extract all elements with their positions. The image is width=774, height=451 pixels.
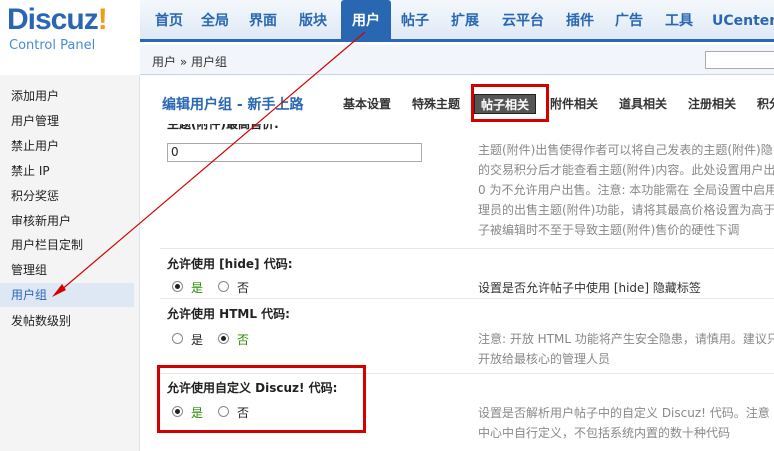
logo: Discuz! Control Panel: [0, 0, 140, 70]
hide-code-no-label: 否: [237, 281, 250, 295]
nav-tab-global[interactable]: 全局: [198, 8, 232, 34]
subtab-credits[interactable]: 积分: [757, 94, 774, 114]
nav-tab-cloud[interactable]: 云平台: [497, 8, 549, 34]
subtab-register[interactable]: 注册相关: [688, 94, 736, 114]
hide-code-yes-radio[interactable]: [172, 281, 183, 292]
html-code-yes-radio[interactable]: [172, 333, 183, 344]
custom-code-desc-1: 设置是否解析用户帖子中的自定义 Discuz! 代码。注意: [478, 406, 770, 420]
max-price-input[interactable]: 0: [167, 143, 422, 162]
subtab-magic[interactable]: 道具相关: [619, 94, 667, 114]
nav-tab-users[interactable]: 用户: [341, 0, 391, 42]
nav-tab-plugins[interactable]: 插件: [563, 8, 597, 34]
sidebar-item-credits[interactable]: 积分奖惩: [0, 184, 134, 208]
hide-code-title: 允许使用 [hide] 代码:: [167, 257, 293, 271]
sidebar-item-admin-groups[interactable]: 管理组: [0, 258, 134, 282]
max-price-desc-1: 主题(附件)出售使得作者可以将自己发表的主题(附件)隐: [478, 143, 773, 157]
max-price-desc-2: 的交易积分后才能查看主题(附件)内容。此处设置用户出: [478, 163, 774, 177]
html-code-no-radio[interactable]: [218, 333, 229, 344]
max-price-desc-3: 0 为不允许用户出售。注意: 本功能需在 全局设置中启用: [478, 183, 774, 197]
breadcrumb: 用户 » 用户组: [152, 55, 227, 69]
control-panel-label: Control Panel: [9, 38, 96, 53]
nav-tab-interface[interactable]: 界面: [246, 8, 280, 34]
max-price-desc-5: 子被编辑时不至于导致主题(附件)售价的硬性下调: [478, 223, 740, 237]
html-code-desc-1: 注意: 开放 HTML 功能将产生安全隐患，请慎用。建议只: [478, 332, 774, 346]
sidebar: 添加用户 用户管理 禁止用户 禁止 IP 积分奖惩 审核新用户 用户栏目定制 管…: [0, 75, 140, 451]
sidebar-item-moderate-users[interactable]: 审核新用户: [0, 209, 134, 233]
html-code-desc-2: 开放给最核心的管理人员: [478, 352, 611, 366]
hide-code-desc: 设置是否允许帖子中使用 [hide] 隐藏标签: [478, 281, 701, 295]
sidebar-item-ban-ip[interactable]: 禁止 IP: [0, 159, 134, 183]
highlight-posts-tab: [471, 84, 549, 122]
top-nav: 首页 全局 界面 版块 用户 帖子 扩展 云平台 插件 广告 工具 UCente…: [140, 0, 774, 42]
sidebar-item-user-groups[interactable]: 用户组: [0, 283, 134, 307]
html-code-no-label: 否: [237, 333, 250, 347]
divider: [160, 298, 774, 299]
nav-tab-tools[interactable]: 工具: [662, 8, 696, 34]
sidebar-item-ban-user[interactable]: 禁止用户: [0, 134, 134, 158]
sidebar-item-profile-fields[interactable]: 用户栏目定制: [0, 233, 134, 257]
html-code-yes-label: 是: [191, 333, 204, 347]
subtab-attachments[interactable]: 附件相关: [550, 94, 598, 114]
brand-logo: Discuz!: [7, 3, 108, 36]
max-price-desc-4: 理员的出售主题(附件)功能，请将其最高价格设置为高于: [478, 203, 774, 217]
search-input[interactable]: [705, 51, 774, 69]
divider: [160, 248, 774, 249]
hide-code-no-radio[interactable]: [218, 281, 229, 292]
nav-tab-ucenter[interactable]: UCenter: [712, 8, 774, 34]
max-price-title: 主题(附件)最高售价:: [167, 124, 279, 130]
sidebar-item-add-user[interactable]: 添加用户: [0, 84, 134, 108]
sidebar-item-post-ranks[interactable]: 发帖数级别: [0, 309, 134, 333]
custom-code-desc-2: 中心中自行定义，不包括系统内置的数十种代码: [478, 426, 731, 440]
html-code-title: 允许使用 HTML 代码:: [167, 307, 290, 321]
hide-code-yes-label: 是: [191, 281, 204, 295]
subtab-special-threads[interactable]: 特殊主题: [412, 94, 460, 114]
highlight-custom-code: [157, 365, 366, 433]
nav-tab-forums[interactable]: 版块: [296, 8, 330, 34]
nav-tab-ads[interactable]: 广告: [612, 8, 646, 34]
nav-tab-posts[interactable]: 帖子: [398, 8, 432, 34]
breadcrumb-bar: 用户 » 用户组: [140, 45, 774, 75]
nav-tab-extend[interactable]: 扩展: [448, 8, 482, 34]
page-title: 编辑用户组 - 新手上路: [162, 97, 304, 113]
sidebar-item-user-manage[interactable]: 用户管理: [0, 109, 134, 133]
subtab-basic[interactable]: 基本设置: [343, 94, 391, 114]
nav-tab-home[interactable]: 首页: [148, 8, 190, 34]
